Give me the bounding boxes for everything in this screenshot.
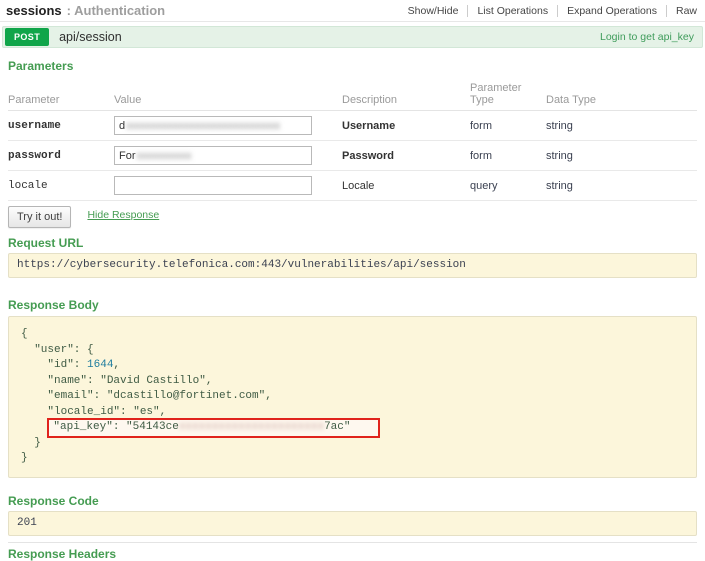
http-method-badge[interactable]: POST — [5, 28, 49, 46]
username-input[interactable]: d xxxxxxxxxxxxxxxxxxxxxxxxxxxx — [114, 116, 312, 135]
param-description: Password — [342, 150, 470, 162]
swagger-operation-page: { "header": { "title": "sessions", "subt… — [0, 0, 705, 536]
response-body-block: { "user": { "id": 1644, "name": "David C… — [8, 316, 697, 478]
json-line-name: "name": "David Castillo", — [21, 374, 684, 390]
section-divider — [8, 542, 697, 543]
col-parameter-type: Parameter Type — [470, 82, 546, 106]
response-headers-heading: Response Headers — [8, 547, 697, 561]
param-name: password — [8, 150, 114, 162]
response-code-value: 201 — [17, 517, 37, 529]
col-description: Description — [342, 94, 470, 106]
param-data-type: string — [546, 180, 697, 192]
resource-description: : Authentication — [67, 3, 165, 18]
param-type: query — [470, 180, 546, 192]
param-row-username: username d xxxxxxxxxxxxxxxxxxxxxxxxxxxx … — [8, 111, 697, 141]
list-operations-link[interactable]: List Operations — [467, 5, 557, 17]
page-header: sessions : Authentication Show/Hide List … — [0, 0, 705, 22]
json-line-email: "email": "dcastillo@fortinet.com", — [21, 389, 684, 405]
json-line-close-user: } — [21, 436, 684, 452]
actions-row: Try it out! Hide Response — [8, 206, 697, 228]
request-url-block: https://cybersecurity.telefonica.com:443… — [8, 253, 697, 278]
response-body-heading: Response Body — [8, 298, 697, 312]
param-row-locale: locale Locale query string — [8, 171, 697, 201]
show-hide-link[interactable]: Show/Hide — [399, 5, 468, 17]
locale-input[interactable] — [114, 176, 312, 195]
endpoint-bar[interactable]: POST api/session Login to get api_key — [2, 26, 703, 48]
col-parameter: Parameter — [8, 94, 114, 106]
endpoint-path[interactable]: api/session — [59, 30, 122, 44]
api-key-suffix: 7ac" — [324, 421, 350, 433]
username-value-visible: d — [119, 120, 125, 132]
api-key-prefix: "api_key": "54143ce — [53, 421, 178, 433]
response-code-heading: Response Code — [8, 494, 697, 508]
expand-operations-link[interactable]: Expand Operations — [557, 5, 666, 17]
json-id-comma: , — [113, 359, 120, 371]
response-code-block: 201 — [8, 511, 697, 536]
json-id-number: 1644 — [87, 359, 113, 371]
request-url-heading: Request URL — [8, 236, 697, 250]
json-id-key: "id": — [21, 359, 87, 371]
json-apikey-indent — [21, 421, 47, 433]
login-api-key-link[interactable]: Login to get api_key — [600, 31, 694, 43]
param-row-password: password For xxxxxxxxxx Password form st… — [8, 141, 697, 171]
operation-content: Parameters Parameter Value Description P… — [0, 59, 705, 561]
col-value: Value — [114, 94, 342, 106]
param-data-type: string — [546, 150, 697, 162]
password-value-redacted: xxxxxxxxxx — [137, 150, 192, 162]
parameters-table-header: Parameter Value Description Parameter Ty… — [8, 73, 697, 111]
json-line-id: "id": 1644, — [21, 358, 684, 374]
parameters-heading: Parameters — [8, 59, 697, 73]
page-title: sessions : Authentication — [6, 3, 165, 18]
json-line-user: "user": { — [21, 343, 684, 359]
param-description: Username — [342, 120, 470, 132]
raw-link[interactable]: Raw — [666, 5, 699, 17]
json-line-open: { — [21, 327, 684, 343]
param-name: locale — [8, 180, 114, 192]
resource-name: sessions — [6, 3, 62, 18]
password-input[interactable]: For xxxxxxxxxx — [114, 146, 312, 165]
param-name: username — [8, 120, 114, 132]
api-key-highlight-box: "api_key": "54143cexxxxxxxxxxxxxxxxxxxxx… — [47, 418, 380, 438]
header-links: Show/Hide List Operations Expand Operati… — [399, 5, 699, 17]
json-line-api-key: "api_key": "54143cexxxxxxxxxxxxxxxxxxxxx… — [21, 420, 684, 436]
json-line-close: } — [21, 451, 684, 467]
try-it-out-button[interactable]: Try it out! — [8, 206, 71, 228]
col-data-type: Data Type — [546, 94, 697, 106]
param-description: Locale — [342, 180, 470, 192]
password-value-visible: For — [119, 150, 136, 162]
username-value-redacted: xxxxxxxxxxxxxxxxxxxxxxxxxxxx — [126, 120, 280, 132]
param-data-type: string — [546, 120, 697, 132]
api-key-redacted: xxxxxxxxxxxxxxxxxxxxxx — [179, 421, 324, 433]
request-url-text: https://cybersecurity.telefonica.com:443… — [17, 259, 466, 271]
hide-response-link[interactable]: Hide Response — [87, 209, 159, 221]
param-type: form — [470, 120, 546, 132]
param-type: form — [470, 150, 546, 162]
